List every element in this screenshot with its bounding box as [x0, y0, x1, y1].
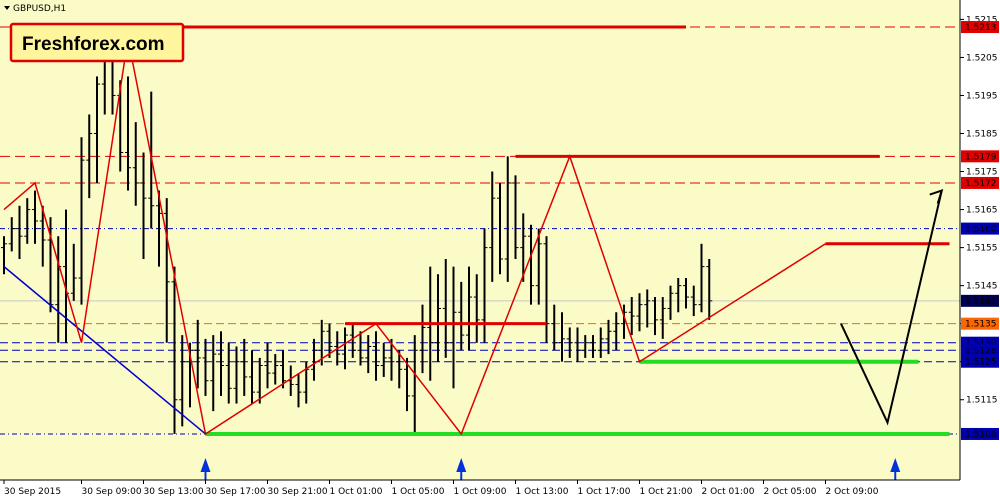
price-label: 1.5213 — [961, 21, 999, 34]
time-tick-label: 2 Oct 01:00 — [702, 487, 755, 497]
price-label-text: 1.5135 — [965, 320, 997, 330]
brand-badge: Freshforex.com — [9, 22, 185, 63]
price-label: 1.5135 — [961, 317, 999, 330]
brand-label: Freshforex.com — [22, 34, 165, 55]
price-label: 1.5172 — [961, 176, 999, 189]
price-label-text: 1.5172 — [965, 179, 997, 189]
price-tick-label: 1.5155 — [966, 244, 998, 254]
time-tick-label: 30 Sep 13:00 — [144, 487, 204, 497]
time-tick-label: 1 Oct 21:00 — [640, 487, 693, 497]
time-tick-label: 1 Oct 05:00 — [392, 487, 445, 497]
symbol-header[interactable]: GBPUSD,H1 — [4, 4, 66, 14]
price-tick-label: 1.5185 — [966, 130, 998, 140]
symbol-timeframe-label: GBPUSD,H1 — [13, 4, 66, 14]
time-tick-label: 30 Sep 17:00 — [206, 487, 266, 497]
time-tick-label: 1 Oct 13:00 — [516, 487, 569, 497]
price-label-text: 1.5179 — [965, 152, 997, 162]
time-tick-label: 2 Oct 09:00 — [826, 487, 879, 497]
price-label-text: 1.5141 — [965, 297, 997, 307]
price-tick-label: 1.5165 — [966, 206, 998, 216]
time-tick-label: 1 Oct 09:00 — [454, 487, 507, 497]
price-label-text: 1.5106 — [965, 430, 997, 440]
price-label-text: 1.5160 — [965, 225, 997, 235]
price-tick-label: 1.5115 — [966, 396, 998, 406]
price-label: 1.5160 — [961, 222, 999, 235]
price-label-text: 1.5125 — [965, 358, 997, 368]
time-tick-label: 30 Sep 21:00 — [268, 487, 328, 497]
price-label-text: 1.5213 — [965, 23, 997, 33]
price-label: 1.5128 — [961, 344, 999, 357]
time-tick-label: 2 Oct 05:00 — [764, 487, 817, 497]
price-label: 1.5179 — [961, 150, 999, 163]
time-tick-label: 30 Sep 2015 — [4, 487, 61, 497]
price-tick-label: 1.5145 — [966, 282, 998, 292]
price-tick-label: 1.5195 — [966, 91, 998, 101]
gbpusd-chart: 1.52151.52051.51951.51851.51751.51651.51… — [0, 0, 1000, 500]
price-label: 1.5141 — [961, 294, 999, 307]
price-label-text: 1.5128 — [965, 346, 997, 356]
price-label: 1.5125 — [961, 355, 999, 368]
time-tick-label: 1 Oct 17:00 — [578, 487, 631, 497]
price-tick-label: 1.5205 — [966, 53, 998, 63]
price-label: 1.5106 — [961, 427, 999, 440]
time-tick-label: 30 Sep 09:00 — [82, 487, 142, 497]
time-tick-label: 1 Oct 01:00 — [330, 487, 383, 497]
price-tick-label: 1.5175 — [966, 168, 998, 178]
